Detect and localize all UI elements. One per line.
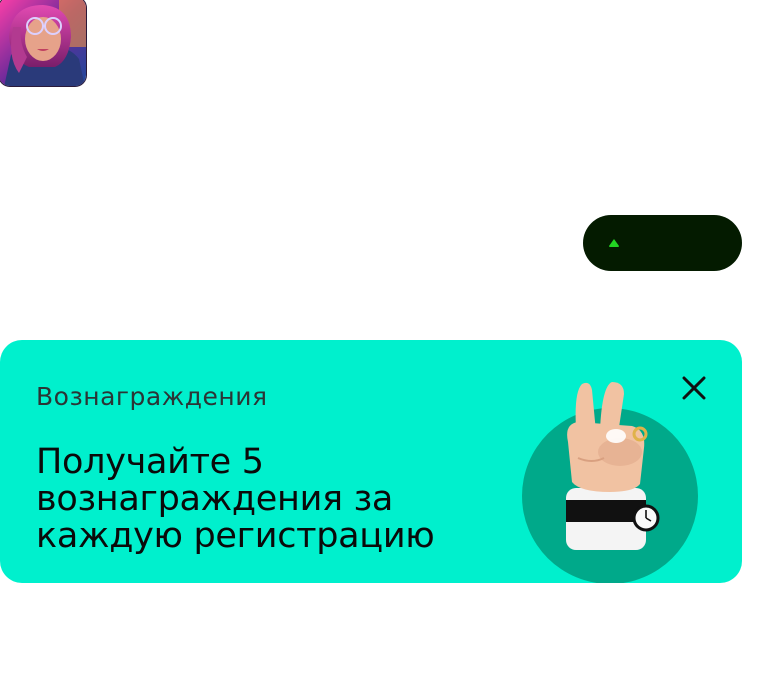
avatar[interactable] bbox=[0, 0, 87, 87]
up-arrow-icon bbox=[609, 239, 619, 247]
close-button[interactable] bbox=[675, 369, 713, 407]
close-icon bbox=[682, 376, 706, 400]
reward-category: Вознаграждения bbox=[36, 382, 268, 411]
victory-hand-icon bbox=[520, 378, 702, 584]
reward-banner[interactable]: Вознаграждения Получайте 5 вознаграждени… bbox=[0, 340, 742, 584]
page: Вознаграждения Получайте 5 вознаграждени… bbox=[0, 0, 757, 689]
status-pill[interactable] bbox=[583, 215, 742, 271]
reward-headline: Получайте 5 вознаграждения за каждую рег… bbox=[36, 442, 435, 556]
user-photo bbox=[0, 0, 86, 86]
